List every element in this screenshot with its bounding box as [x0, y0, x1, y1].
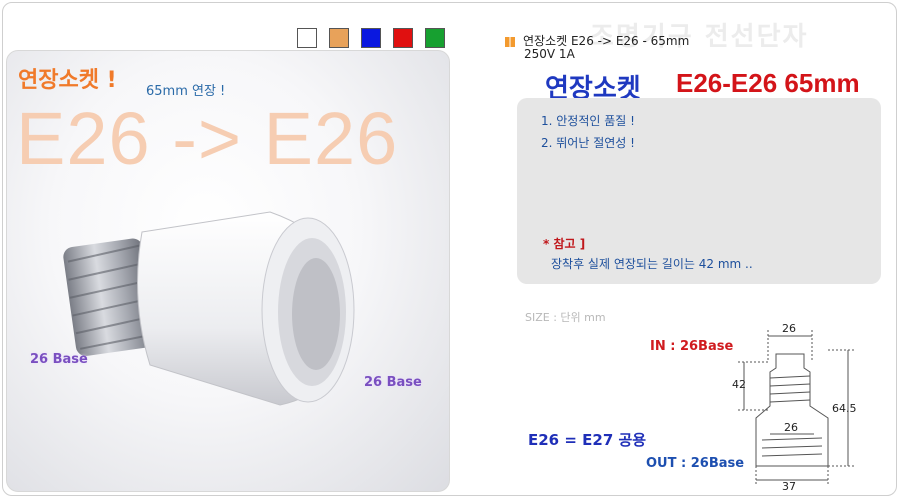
- heading-model: E26-E26 65mm: [676, 68, 860, 98]
- dim-top: 26: [782, 322, 796, 335]
- product-title-text: 연장소켓 E26 -> E26 - 65mm: [523, 34, 690, 48]
- note-title: * 참고 ]: [543, 237, 586, 251]
- swatch-red[interactable]: [393, 28, 413, 48]
- swatch-blue[interactable]: [361, 28, 381, 48]
- promo-title: 연장소켓 !: [18, 68, 117, 93]
- in-base-label: IN : 26Base: [650, 339, 734, 354]
- big-e26-text: E26 -> E26: [16, 97, 399, 180]
- note-text: 장착후 실제 연장되는 길이는 42 mm ..: [551, 257, 753, 271]
- info-box: 1. 안정적인 품질 ! 2. 뛰어난 절연성 ! * 참고 ] 장착후 실제 …: [517, 98, 881, 284]
- base-label-right: 26 Base: [364, 375, 422, 390]
- compatibility-text: E26 = E27 공용: [528, 431, 647, 449]
- size-unit-label: SIZE : 단위 mm: [525, 311, 606, 324]
- dimension-diagram: 26 42 64.5 26 37: [732, 322, 857, 492]
- bullet-icon: [505, 36, 515, 47]
- feature-1: 1. 안정적인 품질 !: [541, 114, 635, 128]
- product-spec: 250V 1A: [524, 47, 575, 61]
- dim-left: 42: [732, 378, 746, 391]
- swatch-white[interactable]: [297, 28, 317, 48]
- swatch-green[interactable]: [425, 28, 445, 48]
- dim-right: 64.5: [832, 402, 857, 415]
- dim-inner: 26: [784, 421, 798, 434]
- base-label-left: 26 Base: [30, 352, 88, 367]
- feature-2: 2. 뛰어난 절연성 !: [541, 136, 635, 150]
- color-swatches: [297, 28, 445, 48]
- socket-extender-photo: [63, 211, 355, 406]
- swatch-orange[interactable]: [329, 28, 349, 48]
- dim-bottom: 37: [782, 480, 796, 492]
